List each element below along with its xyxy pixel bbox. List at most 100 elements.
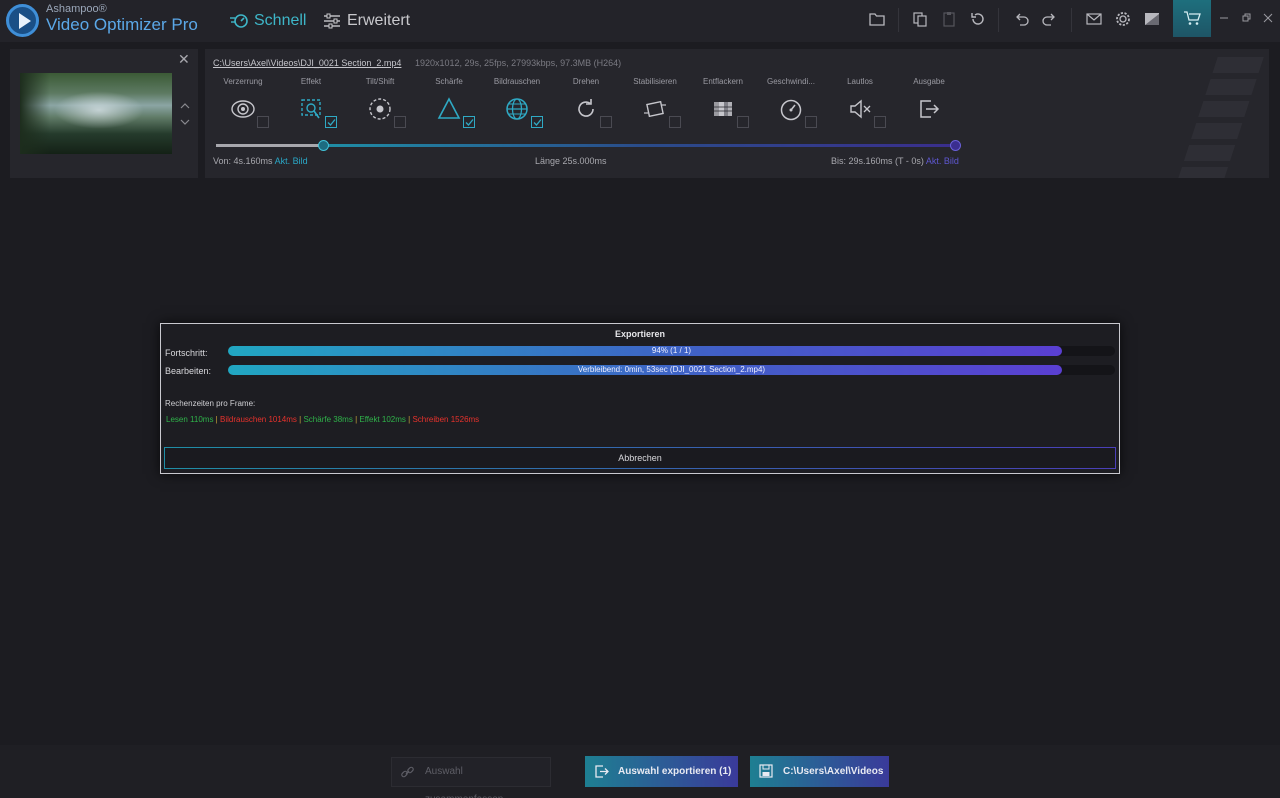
slider-excluded-range <box>216 144 323 147</box>
tool-bildrauschen[interactable]: Bildrauschen <box>479 77 555 133</box>
folder-icon[interactable] <box>868 10 886 28</box>
export-dialog: Exportieren Fortschritt: 94% (1 / 1) Bea… <box>160 323 1120 474</box>
remove-clip-icon[interactable]: ✕ <box>178 51 190 68</box>
tool-checkbox[interactable] <box>737 116 749 128</box>
checkmark-icon <box>533 119 542 126</box>
bottom-bar: Auswahl zusammenfassen... Auswahl export… <box>0 745 1280 798</box>
speed-icon <box>780 99 802 121</box>
mute-icon <box>850 99 871 119</box>
tool-stabilisieren[interactable]: Stabilisieren <box>617 77 693 133</box>
progress-text: 94% (1 / 1) <box>651 346 692 355</box>
timing-schreiben: Schreiben 1526ms <box>412 415 480 424</box>
progress-bar: 94% (1 / 1) <box>228 346 1115 356</box>
tiltshift-icon <box>369 98 391 120</box>
video-thumbnail[interactable] <box>20 73 172 154</box>
timing-schaerfe: Schärfe 38ms <box>303 415 353 424</box>
deflicker-icon <box>714 102 732 116</box>
tool-checkbox[interactable] <box>874 116 886 128</box>
range-end-info: Bis: 29s.160ms (T - 0s) Akt. Bild <box>831 156 959 166</box>
toolbar-divider <box>1071 8 1072 32</box>
close-window-icon[interactable] <box>1262 12 1274 24</box>
cancel-button[interactable]: Abbrechen <box>164 447 1116 469</box>
range-slider[interactable] <box>216 140 961 151</box>
tool-tiltshift[interactable]: Tilt/Shift <box>342 77 418 133</box>
merge-selection-button[interactable]: Auswahl zusammenfassen... <box>391 757 551 798</box>
timing-separator: | <box>408 415 411 424</box>
tool-verzerrung[interactable]: Verzerrung <box>205 77 281 133</box>
tool-checkbox[interactable] <box>463 116 475 128</box>
tool-drehen[interactable]: Drehen <box>548 77 624 133</box>
filter-panel: C:\Users\Axel\Videos\DJI_0021 Section_2.… <box>205 49 1269 178</box>
mail-icon[interactable] <box>1085 10 1103 28</box>
paste-icon[interactable] <box>940 10 958 28</box>
tool-effekt[interactable]: Effekt <box>273 77 349 133</box>
tool-schaerfe[interactable]: Schärfe <box>411 77 487 133</box>
tool-label: Schärfe <box>435 77 463 86</box>
timing-separator: | <box>215 415 218 424</box>
output-folder-label: C:\Users\Axel\Videos <box>783 766 884 777</box>
picture-icon[interactable] <box>1143 10 1161 28</box>
chevron-down-icon[interactable] <box>180 117 190 127</box>
tool-label: Entflackern <box>702 77 744 86</box>
effect-icon <box>301 99 321 119</box>
tool-checkbox[interactable] <box>257 116 269 128</box>
export-selection-label: Auswahl exportieren (1) <box>618 766 732 777</box>
stabilize-icon <box>644 100 666 118</box>
range-start-current-frame-link[interactable]: Akt. Bild <box>275 156 308 166</box>
range-length-label: Länge 25s.000ms <box>535 156 607 166</box>
checkmark-icon <box>327 119 336 126</box>
redo-icon[interactable] <box>1041 10 1059 28</box>
tool-label: Effekt <box>300 77 322 86</box>
tool-checkbox[interactable] <box>600 116 612 128</box>
gear-icon[interactable] <box>1114 10 1132 28</box>
clip-list-item[interactable]: ✕ <box>10 49 198 178</box>
processing-label: Bearbeiten: <box>165 366 212 376</box>
timing-heading: Rechenzeiten pro Frame: <box>165 399 256 408</box>
brand-vendor: Ashampoo® <box>46 3 107 15</box>
tool-checkbox[interactable] <box>805 116 817 128</box>
chevron-up-icon[interactable] <box>180 101 190 111</box>
range-start-label: Von: 4s.160ms <box>213 156 273 166</box>
range-end-current-frame-link[interactable]: Akt. Bild <box>926 156 959 166</box>
tool-entflackern[interactable]: Entflackern <box>685 77 761 133</box>
copy-icon[interactable] <box>911 10 929 28</box>
tool-lautlos[interactable]: Lautlos <box>822 77 898 133</box>
range-end-label: Bis: 29s.160ms (T - 0s) <box>831 156 924 166</box>
mode-schnell-label: Schnell <box>254 12 307 29</box>
tool-label: Geschwindi... <box>766 77 816 86</box>
checkmark-icon <box>465 119 474 126</box>
mode-erweitert-tab[interactable]: Erweitert <box>323 12 410 30</box>
export-selection-button[interactable]: Auswahl exportieren (1) <box>585 756 738 787</box>
speed-mode-icon <box>230 14 248 28</box>
minimize-icon[interactable] <box>1218 12 1230 24</box>
tool-checkbox[interactable] <box>325 116 337 128</box>
reset-icon[interactable] <box>969 10 987 28</box>
range-start-handle[interactable] <box>318 140 329 151</box>
file-info: 1920x1012, 29s, 25fps, 27993kbps, 97.3MB… <box>415 58 622 68</box>
file-path-link[interactable]: C:\Users\Axel\Videos\DJI_0021 Section_2.… <box>213 58 401 68</box>
toolbar-divider <box>898 8 899 32</box>
undo-icon[interactable] <box>1012 10 1030 28</box>
tool-ausgabe[interactable]: Ausgabe <box>891 77 967 133</box>
output-folder-button[interactable]: C:\Users\Axel\Videos <box>750 756 889 787</box>
mode-schnell-tab[interactable]: Schnell <box>230 12 306 30</box>
toolbar-divider <box>998 8 999 32</box>
link-icon <box>401 766 414 778</box>
shop-button[interactable] <box>1173 0 1211 37</box>
noise-icon <box>506 98 528 120</box>
slider-selected-range <box>323 144 956 147</box>
save-disk-icon <box>759 764 773 778</box>
tool-label: Ausgabe <box>913 77 945 86</box>
sliders-icon <box>324 13 340 29</box>
restore-icon[interactable] <box>1240 12 1252 24</box>
tool-geschwindigkeit[interactable]: Geschwindi... <box>753 77 829 133</box>
tool-label: Bildrauschen <box>493 77 541 86</box>
merge-selection-label: Auswahl zusammenfassen... <box>425 766 512 798</box>
tool-checkbox[interactable] <box>394 116 406 128</box>
timing-bildrauschen: Bildrauschen 1014ms <box>219 415 297 424</box>
tool-checkbox[interactable] <box>669 116 681 128</box>
progress-label: Fortschritt: <box>165 348 208 358</box>
range-end-handle[interactable] <box>950 140 961 151</box>
tool-checkbox[interactable] <box>531 116 543 128</box>
processing-bar: Verbleibend: 0min, 53sec (DJI_0021 Secti… <box>228 365 1115 375</box>
